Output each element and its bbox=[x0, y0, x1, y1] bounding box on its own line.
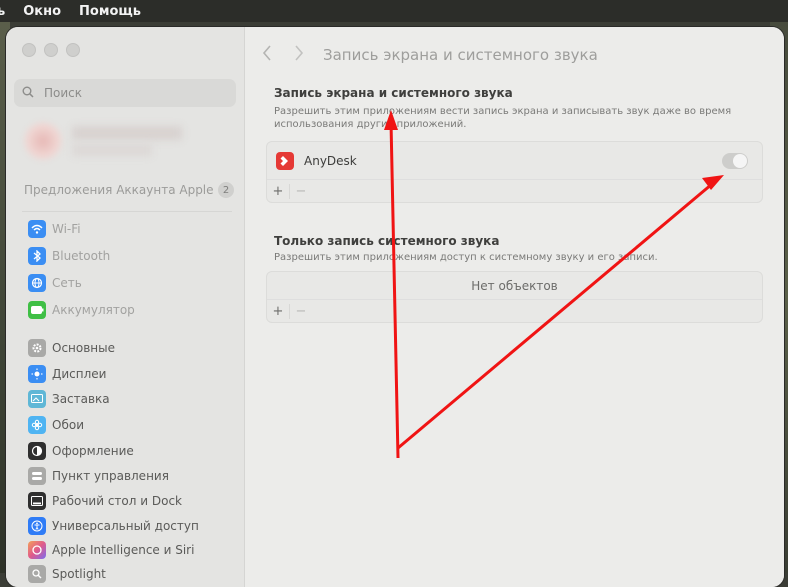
sidebar-item-wifi[interactable]: Wi-Fi bbox=[28, 219, 234, 239]
screensaver-icon bbox=[28, 390, 46, 408]
app-name: AnyDesk bbox=[304, 153, 357, 168]
sidebar-item-spotlight[interactable]: Spotlight bbox=[28, 564, 234, 584]
menu-bar: ь Окно Помощь bbox=[0, 0, 788, 22]
sidebar-item-displays[interactable]: Дисплеи bbox=[28, 364, 234, 384]
sidebar-item-control-center[interactable]: Пункт управления bbox=[28, 466, 234, 486]
suggestions-count-badge: 2 bbox=[218, 182, 234, 198]
globe-icon bbox=[28, 274, 46, 292]
toggle-knob bbox=[733, 153, 747, 168]
back-button[interactable] bbox=[257, 44, 277, 66]
accessibility-icon bbox=[28, 517, 46, 535]
section-title-screen-audio: Запись экрана и системного звука bbox=[274, 86, 513, 100]
close-button[interactable] bbox=[22, 43, 36, 57]
sidebar-item-general[interactable]: Основные bbox=[28, 338, 234, 358]
bluetooth-icon bbox=[28, 247, 46, 265]
screen-recording-app-list: AnyDesk + − bbox=[266, 141, 763, 203]
window-controls bbox=[22, 43, 80, 57]
list-item: AnyDesk bbox=[267, 142, 762, 180]
menu-item-window[interactable]: Окно bbox=[23, 4, 61, 19]
forward-button[interactable] bbox=[289, 44, 309, 66]
sidebar-item-label: Spotlight bbox=[52, 567, 106, 581]
chevron-left-icon bbox=[262, 44, 271, 61]
sidebar-item-appearance[interactable]: Оформление bbox=[28, 441, 234, 461]
sidebar-item-label: Сеть bbox=[52, 276, 82, 290]
sidebar-item-wallpaper[interactable]: Обои bbox=[28, 415, 234, 435]
sidebar-item-label: Заставка bbox=[52, 392, 110, 406]
section-title-system-audio: Только запись системного звука bbox=[274, 234, 500, 248]
anydesk-icon bbox=[276, 151, 294, 170]
search-placeholder: Поиск bbox=[44, 86, 83, 100]
page-title: Запись экрана и системного звука bbox=[323, 46, 598, 64]
sun-icon bbox=[28, 365, 46, 383]
sidebar-item-label: Рабочий стол и Dock bbox=[52, 494, 182, 508]
section-description-system-audio: Разрешить этим приложениям доступ к сист… bbox=[274, 252, 658, 263]
siri-icon bbox=[28, 541, 46, 559]
system-audio-app-list: Нет объектов + − bbox=[266, 271, 763, 323]
list-controls: + − bbox=[267, 300, 762, 322]
sidebar-item-label: Дисплеи bbox=[52, 367, 107, 381]
wifi-icon bbox=[28, 220, 46, 238]
sidebar-divider bbox=[22, 211, 232, 212]
apple-account-item[interactable] bbox=[24, 120, 184, 164]
toolbar: Запись экрана и системного звука bbox=[245, 37, 784, 73]
avatar bbox=[24, 122, 62, 160]
sidebar-item-label: Обои bbox=[52, 418, 84, 432]
zoom-button[interactable] bbox=[66, 43, 80, 57]
sidebar: Поиск Предложения Аккаунта Apple 2 Wi-Fi… bbox=[6, 27, 245, 587]
flower-icon bbox=[28, 416, 46, 434]
sidebar-item-desktop-dock[interactable]: Рабочий стол и Dock bbox=[28, 491, 234, 511]
anydesk-permission-toggle[interactable] bbox=[722, 152, 748, 169]
chevron-right-icon bbox=[295, 44, 304, 61]
empty-list-label: Нет объектов bbox=[267, 272, 762, 300]
control-center-icon bbox=[28, 467, 46, 485]
suggestions-label: Предложения Аккаунта Apple bbox=[24, 183, 214, 197]
list-controls: + − bbox=[267, 180, 762, 202]
blurred-account-detail bbox=[72, 144, 152, 156]
sidebar-item-label: Пункт управления bbox=[52, 469, 169, 483]
minimize-button[interactable] bbox=[44, 43, 58, 57]
sidebar-item-screensaver[interactable]: Заставка bbox=[28, 389, 234, 409]
menu-item-help[interactable]: Помощь bbox=[79, 4, 141, 19]
sidebar-item-battery[interactable]: Аккумулятор bbox=[28, 300, 234, 320]
sidebar-item-network[interactable]: Сеть bbox=[28, 273, 234, 293]
add-app-button[interactable]: + bbox=[267, 304, 289, 319]
sidebar-item-apple-intelligence-siri[interactable]: Apple Intelligence и Siri bbox=[28, 540, 234, 560]
remove-app-button[interactable]: − bbox=[289, 303, 312, 319]
sidebar-item-label: Оформление bbox=[52, 444, 134, 458]
gear-icon bbox=[28, 339, 46, 357]
dock-icon bbox=[28, 492, 46, 510]
sidebar-item-label: Bluetooth bbox=[52, 249, 111, 263]
remove-app-button[interactable]: − bbox=[289, 183, 312, 199]
apple-account-suggestions[interactable]: Предложения Аккаунта Apple 2 bbox=[24, 181, 234, 199]
add-app-button[interactable]: + bbox=[267, 184, 289, 199]
spotlight-icon bbox=[28, 565, 46, 583]
blurred-account-name bbox=[72, 126, 182, 140]
battery-icon bbox=[28, 301, 46, 319]
sidebar-item-label: Аккумулятор bbox=[52, 303, 135, 317]
sidebar-item-label: Apple Intelligence и Siri bbox=[52, 543, 195, 557]
sidebar-item-bluetooth[interactable]: Bluetooth bbox=[28, 246, 234, 266]
sidebar-item-label: Основные bbox=[52, 341, 116, 355]
system-settings-window: Поиск Предложения Аккаунта Apple 2 Wi-Fi… bbox=[6, 27, 784, 587]
sidebar-item-label: Wi-Fi bbox=[52, 222, 81, 236]
sidebar-item-label: Универсальный доступ bbox=[52, 519, 199, 533]
main-content: Запись экрана и системного звука Запись … bbox=[245, 27, 784, 587]
search-icon bbox=[22, 86, 40, 101]
sidebar-item-accessibility[interactable]: Универсальный доступ bbox=[28, 516, 234, 536]
section-description-screen-audio: Разрешить этим приложениям вести запись … bbox=[274, 106, 732, 130]
search-input[interactable]: Поиск bbox=[14, 79, 236, 107]
appearance-icon bbox=[28, 442, 46, 460]
menu-item-app[interactable]: ь bbox=[0, 4, 5, 19]
